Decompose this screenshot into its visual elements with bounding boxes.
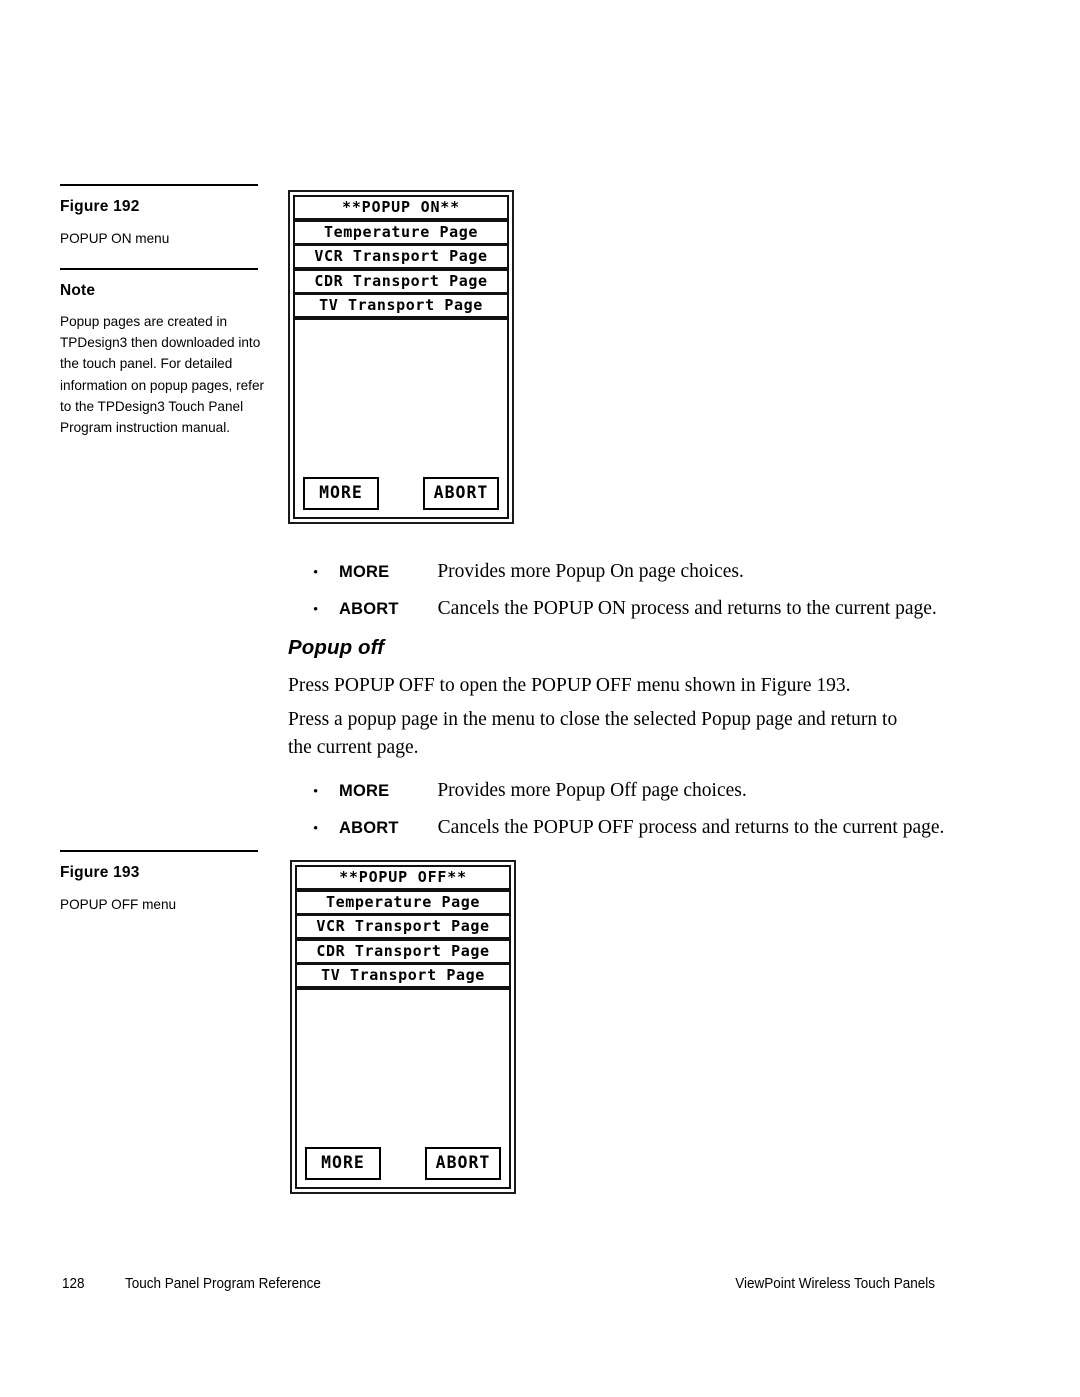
popup-off-paragraph-1-wrap: Press POPUP OFF to open the POPUP OFF me… <box>288 672 948 700</box>
note-body: Popup pages are created in TPDesign3 the… <box>60 314 265 436</box>
footer-page-number: 128 <box>62 1275 85 1292</box>
note-top-rule <box>60 268 258 270</box>
popup-off-row-label: TV Transport Page <box>321 966 485 985</box>
popup-off-title-text: **POPUP OFF** <box>339 868 467 886</box>
document-page: { "figure192": { "rule_top": true, "head… <box>0 0 1080 1397</box>
popup-off-row-cdr-transport-page[interactable]: CDR Transport Page <box>295 938 511 964</box>
bullet-term-more: MORE <box>339 782 390 800</box>
popup-on-row-label: TV Transport Page <box>319 296 483 315</box>
bullet-term-abort: ABORT <box>339 819 399 837</box>
bullet-definition-abort: Cancels the POPUP ON process and returns… <box>437 598 937 619</box>
bullet-abort-on: • ABORT Cancels the POPUP ON process and… <box>288 595 988 624</box>
figure-193-margin-block: Figure 193 POPUP OFF menu <box>60 850 260 915</box>
page-footer: 128 Touch Panel Program Reference ViewPo… <box>0 1275 1080 1301</box>
popup-on-row-vcr-transport-page[interactable]: VCR Transport Page <box>293 244 509 270</box>
popup-off-row-vcr-transport-page[interactable]: VCR Transport Page <box>295 914 511 940</box>
popup-on-button-bar: MORE ABORT <box>295 477 507 510</box>
figure-192-caption: POPUP ON menu <box>60 231 170 246</box>
popup-off-abort-label: ABORT <box>435 1153 491 1173</box>
popup-off-row-label: Temperature Page <box>325 892 481 911</box>
popup-on-row-list: **POPUP ON** Temperature Page VCR Transp… <box>293 195 509 319</box>
figure-193-top-rule <box>60 850 258 852</box>
popup-on-row-cdr-transport-page[interactable]: CDR Transport Page <box>293 268 509 294</box>
figure-192-top-rule <box>60 184 258 186</box>
popup-on-abort-button[interactable]: ABORT <box>423 477 499 510</box>
popup-off-empty-area: MORE ABORT <box>295 987 511 1189</box>
figure-193-caption: POPUP OFF menu <box>60 897 177 912</box>
popup-on-row-label: CDR Transport Page <box>314 271 488 290</box>
popup-off-more-button[interactable]: MORE <box>305 1147 381 1180</box>
popup-off-paragraph-1: Press POPUP OFF to open the POPUP OFF me… <box>288 675 851 696</box>
popup-on-title-row: **POPUP ON** <box>293 195 509 220</box>
figure-192-margin-block: Figure 192 POPUP ON menu <box>60 184 260 249</box>
popup-off-section-heading-wrap: Popup off <box>288 636 938 660</box>
bullet-definition-more: Provides more Popup On page choices. <box>437 561 744 582</box>
bullet-marker-icon: • <box>313 784 319 800</box>
popup-off-row-temperature-page[interactable]: Temperature Page <box>295 889 511 915</box>
bullet-marker-icon: • <box>313 602 319 618</box>
popup-on-row-label: Temperature Page <box>323 222 479 241</box>
popup-off-section-heading: Popup off <box>288 636 385 659</box>
bullet-more-on: • MORE Provides more Popup On page choic… <box>288 558 988 587</box>
popup-off-more-label: MORE <box>321 1153 365 1173</box>
popup-on-row-label: VCR Transport Page <box>314 247 488 266</box>
popup-off-paragraph-2-wrap: Press a popup page in the menu to close … <box>288 706 925 762</box>
popup-on-touch-panel: **POPUP ON** Temperature Page VCR Transp… <box>288 190 514 524</box>
popup-off-touch-panel: **POPUP OFF** Temperature Page VCR Trans… <box>290 860 516 1194</box>
bullet-abort-off: • ABORT Cancels the POPUP OFF process an… <box>288 814 988 843</box>
popup-on-empty-area: MORE ABORT <box>293 317 509 519</box>
figure-193-heading: Figure 193 <box>60 864 140 881</box>
popup-off-row-label: CDR Transport Page <box>316 941 490 960</box>
bullet-marker-icon: • <box>313 565 319 581</box>
figure-192-heading: Figure 192 <box>60 198 140 215</box>
popup-off-abort-button[interactable]: ABORT <box>425 1147 501 1180</box>
bullet-marker-icon: • <box>313 821 319 837</box>
note-block: Note Popup pages are created in TPDesign… <box>60 268 264 438</box>
popup-on-more-label: MORE <box>319 483 363 503</box>
popup-off-row-label: VCR Transport Page <box>316 917 490 936</box>
popup-on-row-tv-transport-page[interactable]: TV Transport Page <box>293 293 509 319</box>
note-heading: Note <box>60 282 96 299</box>
popup-on-abort-label: ABORT <box>433 483 489 503</box>
bullet-definition-more: Provides more Popup Off page choices. <box>437 780 747 801</box>
popup-off-paragraph-2: Press a popup page in the menu to close … <box>288 709 898 758</box>
popup-on-more-button[interactable]: MORE <box>303 477 379 510</box>
bullet-term-more: MORE <box>339 563 390 581</box>
popup-off-row-list: **POPUP OFF** Temperature Page VCR Trans… <box>295 865 511 989</box>
bullet-term-abort: ABORT <box>339 600 399 618</box>
popup-off-button-bar: MORE ABORT <box>297 1147 509 1180</box>
bullet-more-off: • MORE Provides more Popup Off page choi… <box>288 777 988 806</box>
bullet-definition-abort: Cancels the POPUP OFF process and return… <box>437 817 945 838</box>
footer-product-name: ViewPoint Wireless Touch Panels <box>735 1275 935 1292</box>
popup-on-title-text: **POPUP ON** <box>342 198 460 216</box>
footer-document-title: Touch Panel Program Reference <box>125 1275 321 1292</box>
popup-on-row-temperature-page[interactable]: Temperature Page <box>293 219 509 245</box>
popup-off-title-row: **POPUP OFF** <box>295 865 511 890</box>
popup-off-row-tv-transport-page[interactable]: TV Transport Page <box>295 963 511 989</box>
